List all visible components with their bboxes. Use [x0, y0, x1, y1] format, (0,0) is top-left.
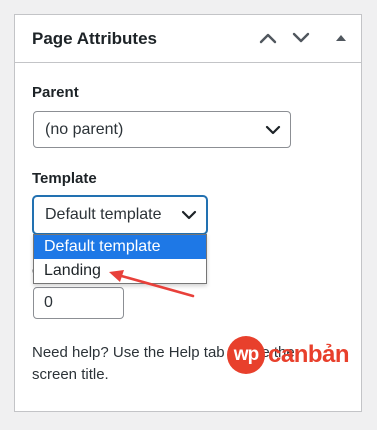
wp-logo-badge: wp: [227, 336, 265, 374]
wpcanban-watermark: wp canbản: [227, 335, 350, 375]
watermark-text: canbản: [268, 341, 350, 368]
